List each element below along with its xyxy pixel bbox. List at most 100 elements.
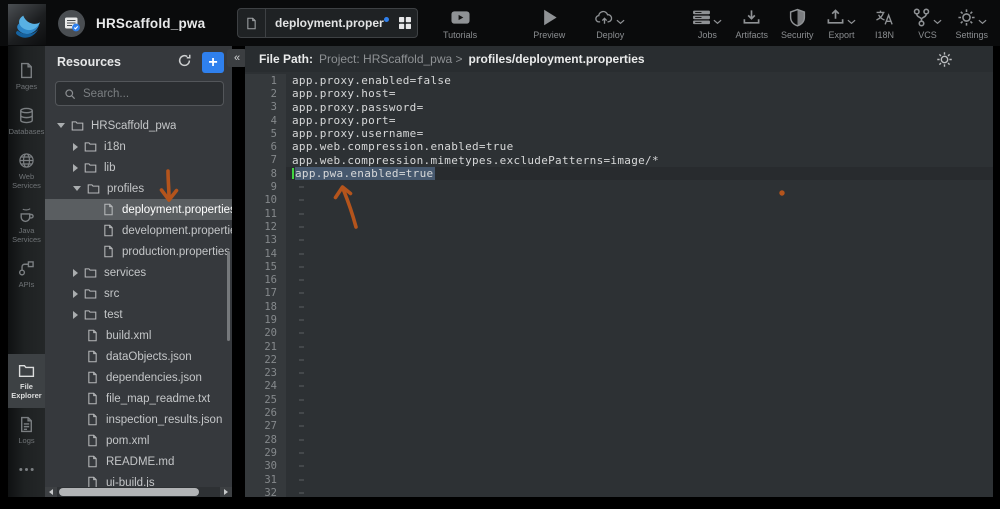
collapse-panel-button[interactable]: « [227,49,247,67]
code-line-21[interactable]: 21 [245,340,993,353]
sidebar-item-label: Web Services [9,172,44,190]
scroll-right-button[interactable] [220,487,232,497]
sidebar-item-java-services[interactable]: Java Services [8,198,45,252]
expand-arrow-icon[interactable] [73,311,78,319]
tree-item-pom-xml[interactable]: pom.xml [45,430,232,451]
sidebar-item-pages[interactable]: Pages [8,54,45,99]
tree-item-readme-md[interactable]: README.md [45,451,232,472]
code-line-8[interactable]: 8app.pwa.enabled=true [245,167,993,180]
tree-item-i18n[interactable]: i18n [45,136,232,157]
tree-item-test[interactable]: test [45,304,232,325]
empty-line-marker [299,226,304,228]
code-line-25[interactable]: 25 [245,393,993,406]
add-resource-button[interactable]: + [202,52,224,73]
sidebar-item-apis[interactable]: APIs [8,252,45,297]
scrollbar-thumb[interactable] [59,488,199,496]
code-line-27[interactable]: 27 [245,420,993,433]
tree-horizontal-scrollbar[interactable] [45,487,232,497]
editor-settings-gear-icon[interactable] [936,51,953,68]
collapse-arrow-icon[interactable] [73,186,81,191]
tree-item-build-xml[interactable]: build.xml [45,325,232,346]
code-line-30[interactable]: 30 [245,460,993,473]
project-switcher[interactable]: HRScaffold_pwa [58,9,205,37]
code-line-3[interactable]: 3app.proxy.password= [245,101,993,114]
tree-item-profiles[interactable]: profiles [45,178,232,199]
toolbar-deploy-button[interactable]: Deploy [595,7,625,40]
expand-arrow-icon[interactable] [73,290,78,298]
toolbar-artifacts-button[interactable]: Artifacts [735,7,768,40]
code-area[interactable]: 1app.proxy.enabled=false2app.proxy.host=… [245,72,993,497]
branch-icon [912,8,931,27]
tree-item-lib[interactable]: lib [45,157,232,178]
refresh-button[interactable] [174,52,194,72]
code-line-29[interactable]: 29 [245,446,993,459]
sidebar-item-logs[interactable]: Logs [8,408,45,453]
tree-item-production-properties[interactable]: production.properties [45,241,232,262]
code-line-23[interactable]: 23 [245,367,993,380]
toolbar-vcs-button[interactable]: VCS [912,7,942,40]
toolbar-security-button[interactable]: Security [781,7,814,40]
sidebar-item-more[interactable] [8,453,45,489]
code-line-1[interactable]: 1app.proxy.enabled=false [245,74,993,87]
code-line-31[interactable]: 31 [245,473,993,486]
code-line-13[interactable]: 13 [245,234,993,247]
expand-arrow-icon[interactable] [73,164,78,172]
tree-item-file-map-readme-txt[interactable]: file_map_readme.txt [45,388,232,409]
code-line-2[interactable]: 2app.proxy.host= [245,87,993,100]
collapse-arrow-icon[interactable] [57,123,65,128]
grid-icon[interactable] [393,16,417,30]
code-line-17[interactable]: 17 [245,287,993,300]
code-line-28[interactable]: 28 [245,433,993,446]
toolbar-label: Export [828,30,854,40]
code-line-19[interactable]: 19 [245,313,993,326]
tree-item-dependencies-json[interactable]: dependencies.json [45,367,232,388]
toolbar-tutorials-button[interactable]: Tutorials [443,7,477,40]
tree-item-development-properties[interactable]: development.properties [45,220,232,241]
tab-deployment-properties[interactable]: deployment.propert... [237,8,418,38]
code-line-26[interactable]: 26 [245,406,993,419]
tree-item-src[interactable]: src [45,283,232,304]
code-line-7[interactable]: 7app.web.compression.mimetypes.excludePa… [245,154,993,167]
code-line-10[interactable]: 10 [245,194,993,207]
line-text [286,207,304,220]
code-line-24[interactable]: 24 [245,380,993,393]
scroll-left-button[interactable] [45,487,57,497]
tree-item-deployment-properties[interactable]: deployment.properties [45,199,232,220]
sidebar-item-databases[interactable]: Databases [8,99,45,144]
toolbar-settings-button[interactable]: Settings [955,7,988,40]
coffee-icon [18,206,35,223]
code-line-20[interactable]: 20 [245,327,993,340]
code-line-9[interactable]: 9 [245,180,993,193]
tree-item-hrscaffold-pwa[interactable]: HRScaffold_pwa [45,115,232,136]
sidebar-item-file-explorer[interactable]: File Explorer [8,354,45,408]
toolbar-jobs-button[interactable]: Jobs [692,7,722,40]
sidebar-item-web-services[interactable]: Web Services [8,144,45,198]
code-line-32[interactable]: 32 [245,486,993,497]
code-line-11[interactable]: 11 [245,207,993,220]
toolbar-preview-button[interactable]: Preview [533,7,565,40]
toolbar-label: Deploy [596,30,624,40]
code-line-14[interactable]: 14 [245,247,993,260]
search-box[interactable] [55,81,224,106]
tree-item-label: test [104,309,123,321]
code-line-18[interactable]: 18 [245,300,993,313]
tree-item-services[interactable]: services [45,262,232,283]
app-logo[interactable] [8,4,46,45]
tree-item-dataobjects-json[interactable]: dataObjects.json [45,346,232,367]
tree-item-inspection-results-json[interactable]: inspection_results.json [45,409,232,430]
code-line-12[interactable]: 12 [245,220,993,233]
code-line-22[interactable]: 22 [245,353,993,366]
code-line-6[interactable]: 6app.web.compression.enabled=true [245,140,993,153]
toolbar-export-button[interactable]: Export [826,7,856,40]
search-input[interactable] [83,88,215,100]
tree-vertical-scrollbar[interactable] [227,251,230,341]
expand-arrow-icon[interactable] [73,269,78,277]
expand-arrow-icon[interactable] [73,143,78,151]
cloud-upload-icon [595,8,614,27]
line-number: 18 [245,300,286,313]
code-line-15[interactable]: 15 [245,260,993,273]
code-line-4[interactable]: 4app.proxy.port= [245,114,993,127]
code-line-16[interactable]: 16 [245,273,993,286]
toolbar-i18n-button[interactable]: I18N [869,7,899,40]
code-line-5[interactable]: 5app.proxy.username= [245,127,993,140]
